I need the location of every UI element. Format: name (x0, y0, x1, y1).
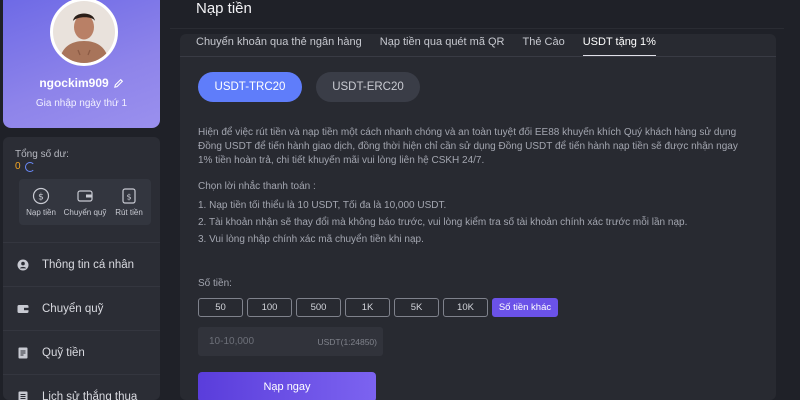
rule-item: 3. Vui lòng nhập chính xác mã chuyển tiề… (198, 234, 424, 245)
username: ngockim909 (39, 76, 109, 90)
tab-usdt[interactable]: USDT tặng 1% (582, 34, 656, 56)
sidebar-item-fund[interactable]: Quỹ tiền (3, 330, 160, 374)
amount-options: 50 100 500 1K 5K 10K Số tiền khác (198, 298, 558, 317)
deposit-now-button[interactable]: Nạp ngay (198, 372, 376, 400)
amount-chip-1k[interactable]: 1K (345, 298, 390, 317)
transfer-action-label: Chuyển quỹ (63, 208, 107, 217)
document-icon (17, 347, 29, 359)
amount-unit: USDT(1:24850) (317, 336, 377, 347)
sidebar-item-transfer[interactable]: Chuyển quỹ (3, 286, 160, 330)
wallet-icon (17, 303, 29, 315)
withdraw-icon: $ (120, 187, 138, 205)
amount-chip-10k[interactable]: 10K (443, 298, 488, 317)
amount-label: Số tiền: (198, 278, 232, 289)
network-trc20-button[interactable]: USDT-TRC20 (198, 72, 302, 102)
amount-chip-100[interactable]: 100 (247, 298, 292, 317)
rule-item: 2. Tài khoản nhận sẽ thay đổi mà không b… (198, 217, 688, 228)
amount-chip-other[interactable]: Số tiền khác (492, 298, 558, 317)
tab-bank-transfer[interactable]: Chuyển khoản qua thẻ ngân hàng (196, 34, 362, 56)
deposit-action[interactable]: $ Nạp tiền (19, 179, 63, 225)
tabs-divider (180, 56, 776, 57)
deposit-icon: $ (32, 187, 50, 205)
usdt-info-text: Hiện để việc rút tiền và nạp tiền một cá… (198, 127, 738, 166)
avatar[interactable] (50, 0, 118, 66)
edit-icon[interactable] (113, 78, 124, 92)
deposit-panel: Chuyển khoản qua thẻ ngân hàng Nạp tiền … (180, 34, 776, 400)
withdraw-action-label: Rút tiền (115, 208, 143, 217)
sidebar-item-label: Thông tin cá nhân (42, 258, 135, 271)
deposit-tabs: Chuyển khoản qua thẻ ngân hàng Nạp tiền … (196, 34, 656, 56)
sidebar-item-personal-info[interactable]: Thông tin cá nhân (3, 242, 160, 286)
avatar-image (53, 1, 115, 63)
refresh-icon[interactable] (24, 161, 35, 172)
balance-value: 0 (15, 161, 21, 172)
balance-row: 0 (15, 161, 35, 172)
svg-text:$: $ (38, 193, 44, 203)
sidebar-item-history[interactable]: Lịch sử thắng thua (3, 374, 160, 400)
transfer-action[interactable]: Chuyển quỹ (63, 179, 107, 225)
withdraw-action[interactable]: $ Rút tiền (107, 179, 151, 225)
amount-chip-500[interactable]: 500 (296, 298, 341, 317)
deposit-action-label: Nạp tiền (26, 208, 56, 217)
balance-label: Tổng số dư: (15, 149, 69, 160)
svg-text:$: $ (126, 193, 131, 202)
sidebar-item-label: Lịch sử thắng thua (42, 390, 138, 400)
amount-input[interactable] (209, 336, 309, 347)
tab-scratch-card[interactable]: Thẻ Cào (523, 34, 565, 56)
sidebar-menu: Thông tin cá nhân Chuyển quỹ Quỹ tiền Lị… (3, 242, 160, 400)
username-row: ngockim909 (3, 76, 160, 92)
main-content: Nạp tiền Chuyển khoản qua thẻ ngân hàng … (170, 0, 784, 400)
network-erc20-button[interactable]: USDT-ERC20 (316, 72, 420, 102)
history-icon (17, 391, 29, 400)
wallet-card: Tổng số dư: 0 $ Nạp tiền Chuyển quỹ $ Rú… (3, 137, 160, 400)
tab-qr-deposit[interactable]: Nạp tiền qua quét mã QR (380, 34, 505, 56)
profile-card: ngockim909 Gia nhập ngày thứ 1 (3, 0, 160, 128)
rule-item: 1. Nạp tiền tối thiểu là 10 USDT, Tối đa… (198, 200, 447, 211)
amount-field: USDT(1:24850) (198, 327, 383, 356)
deposit-rules: 1. Nạp tiền tối thiểu là 10 USDT, Tối đa… (198, 197, 687, 248)
wallet-icon (76, 187, 94, 205)
network-selector: USDT-TRC20 USDT-ERC20 (198, 72, 420, 102)
amount-chip-5k[interactable]: 5K (394, 298, 439, 317)
page-title: Nạp tiền (196, 0, 252, 17)
quick-actions: $ Nạp tiền Chuyển quỹ $ Rút tiền (19, 179, 151, 225)
sidebar: ngockim909 Gia nhập ngày thứ 1 Tổng số d… (0, 0, 160, 400)
user-icon (17, 259, 29, 271)
payment-reminder-label: Chọn lời nhắc thanh toán : (198, 181, 316, 192)
title-divider (170, 28, 784, 29)
sidebar-item-label: Quỹ tiền (42, 346, 85, 359)
sidebar-item-label: Chuyển quỹ (42, 302, 104, 315)
joined-days: Gia nhập ngày thứ 1 (35, 98, 128, 109)
amount-chip-50[interactable]: 50 (198, 298, 243, 317)
